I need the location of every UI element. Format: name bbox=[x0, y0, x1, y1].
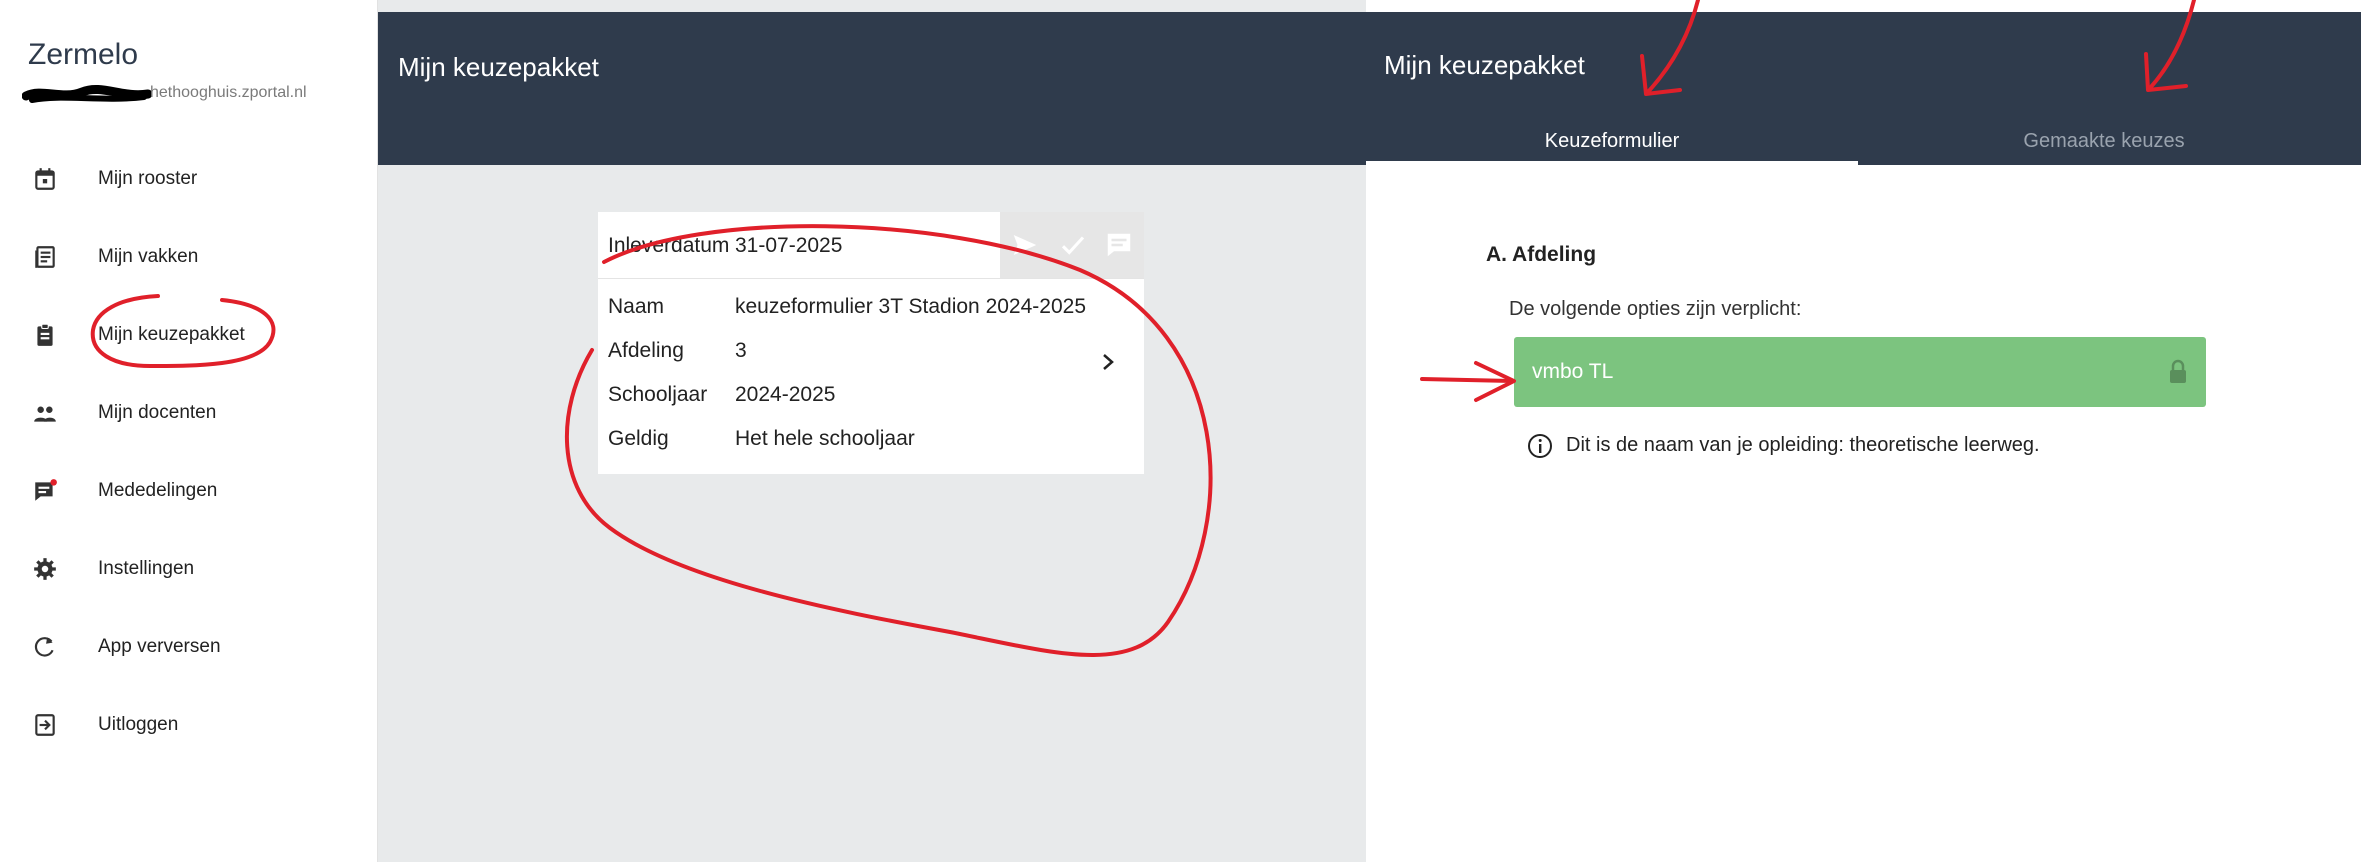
tab-gemaakte-keuzes[interactable]: Gemaakte keuzes bbox=[1858, 117, 2350, 165]
info-note: Dit is de naam van je opleiding: theoret… bbox=[1526, 432, 2226, 462]
required-options-text: De volgende opties zijn verplicht: bbox=[1509, 298, 1802, 320]
deadline-value: 31-07-2025 bbox=[735, 234, 843, 257]
tab-keuzeformulier[interactable]: Keuzeformulier bbox=[1366, 117, 1858, 165]
sidebar-item-label: Instellingen bbox=[98, 558, 195, 579]
sidebar: Zermelo hethooghuis.zportal.nl Mijn roos… bbox=[0, 0, 378, 862]
sidebar-item-label: Mededelingen bbox=[98, 480, 218, 501]
book-icon bbox=[35, 246, 55, 268]
overview-header: Mijn keuzepakket bbox=[378, 12, 1366, 165]
info-icon bbox=[1528, 434, 1552, 458]
sidebar-item-label: Mijn vakken bbox=[98, 246, 199, 267]
card-deadline-row: Inleverdatum 31-07-2025 bbox=[598, 212, 1144, 278]
refresh-icon bbox=[34, 637, 54, 657]
sidebar-item-uitloggen[interactable]: Uitloggen bbox=[0, 696, 378, 756]
overview-panel: Mijn keuzepakket Inleverdatum 31-07-2025… bbox=[378, 0, 1366, 862]
detail-value-schooljaar: 2024-2025 bbox=[735, 383, 836, 406]
portal-url: hethooghuis.zportal.nl bbox=[150, 84, 307, 101]
logout-icon bbox=[35, 714, 55, 736]
announcement-icon bbox=[35, 479, 57, 501]
detail-label-naam: Naam bbox=[608, 295, 665, 318]
card-status-icons bbox=[1000, 212, 1144, 278]
clipboard-icon bbox=[37, 323, 53, 346]
sidebar-item-instellingen[interactable]: Instellingen bbox=[0, 540, 378, 600]
sidebar-item-mijn-vakken[interactable]: Mijn vakken bbox=[0, 228, 378, 288]
sidebar-item-label: Uitloggen bbox=[98, 714, 179, 735]
gear-icon bbox=[34, 558, 56, 580]
app-brand: Zermelo bbox=[28, 38, 139, 71]
chevron-right-icon[interactable] bbox=[1098, 347, 1118, 377]
option-vmbo-tl[interactable]: vmbo TL bbox=[1514, 337, 2206, 407]
detail-label-geldig: Geldig bbox=[608, 427, 669, 450]
sidebar-item-mijn-docenten[interactable]: Mijn docenten bbox=[0, 384, 378, 444]
sidebar-item-label: App verversen bbox=[98, 636, 221, 657]
sidebar-item-app-verversen[interactable]: App verversen bbox=[0, 618, 378, 678]
lock-icon bbox=[2170, 359, 2186, 383]
detail-label-afdeling: Afdeling bbox=[608, 339, 684, 362]
deadline-label: Inleverdatum bbox=[608, 234, 730, 257]
detail-value-naam: keuzeformulier 3T Stadion 2024-2025 bbox=[735, 295, 1087, 318]
sidebar-item-label: Mijn keuzepakket bbox=[98, 324, 245, 345]
detail-label-schooljaar: Schooljaar bbox=[608, 383, 708, 406]
card-details: Naam keuzeformulier 3T Stadion 2024-2025… bbox=[598, 278, 1144, 474]
option-label: vmbo TL bbox=[1532, 360, 1614, 383]
check-icon bbox=[1061, 236, 1085, 255]
sidebar-item-mijn-keuzepakket[interactable]: Mijn keuzepakket bbox=[0, 306, 378, 366]
user-account: hethooghuis.zportal.nl bbox=[22, 82, 352, 108]
form-header: Mijn keuzepakket Keuzeformulier Gemaakte… bbox=[1366, 12, 2361, 165]
calendar-icon bbox=[35, 168, 55, 190]
info-text: Dit is de naam van je opleiding: theoret… bbox=[1566, 434, 2040, 456]
comment-icon bbox=[1107, 233, 1131, 257]
sidebar-item-label: Mijn rooster bbox=[98, 168, 198, 189]
page-title: Mijn keuzepakket bbox=[398, 52, 599, 82]
detail-value-afdeling: 3 bbox=[735, 339, 747, 362]
send-icon bbox=[1013, 235, 1037, 255]
sidebar-item-mededelingen[interactable]: Mededelingen bbox=[0, 462, 378, 522]
section-title: A. Afdeling bbox=[1486, 243, 1597, 266]
form-title: Mijn keuzepakket bbox=[1384, 50, 1585, 80]
redaction-scribble bbox=[22, 84, 152, 103]
choice-form-panel: Mijn keuzepakket Keuzeformulier Gemaakte… bbox=[1366, 0, 2361, 862]
people-icon bbox=[34, 406, 56, 422]
choice-form-card[interactable]: Inleverdatum 31-07-2025 Naam keuzeformul… bbox=[598, 212, 1144, 474]
detail-value-geldig: Het hele schooljaar bbox=[735, 427, 915, 450]
sidebar-item-label: Mijn docenten bbox=[98, 402, 217, 423]
sidebar-item-mijn-rooster[interactable]: Mijn rooster bbox=[0, 150, 378, 210]
